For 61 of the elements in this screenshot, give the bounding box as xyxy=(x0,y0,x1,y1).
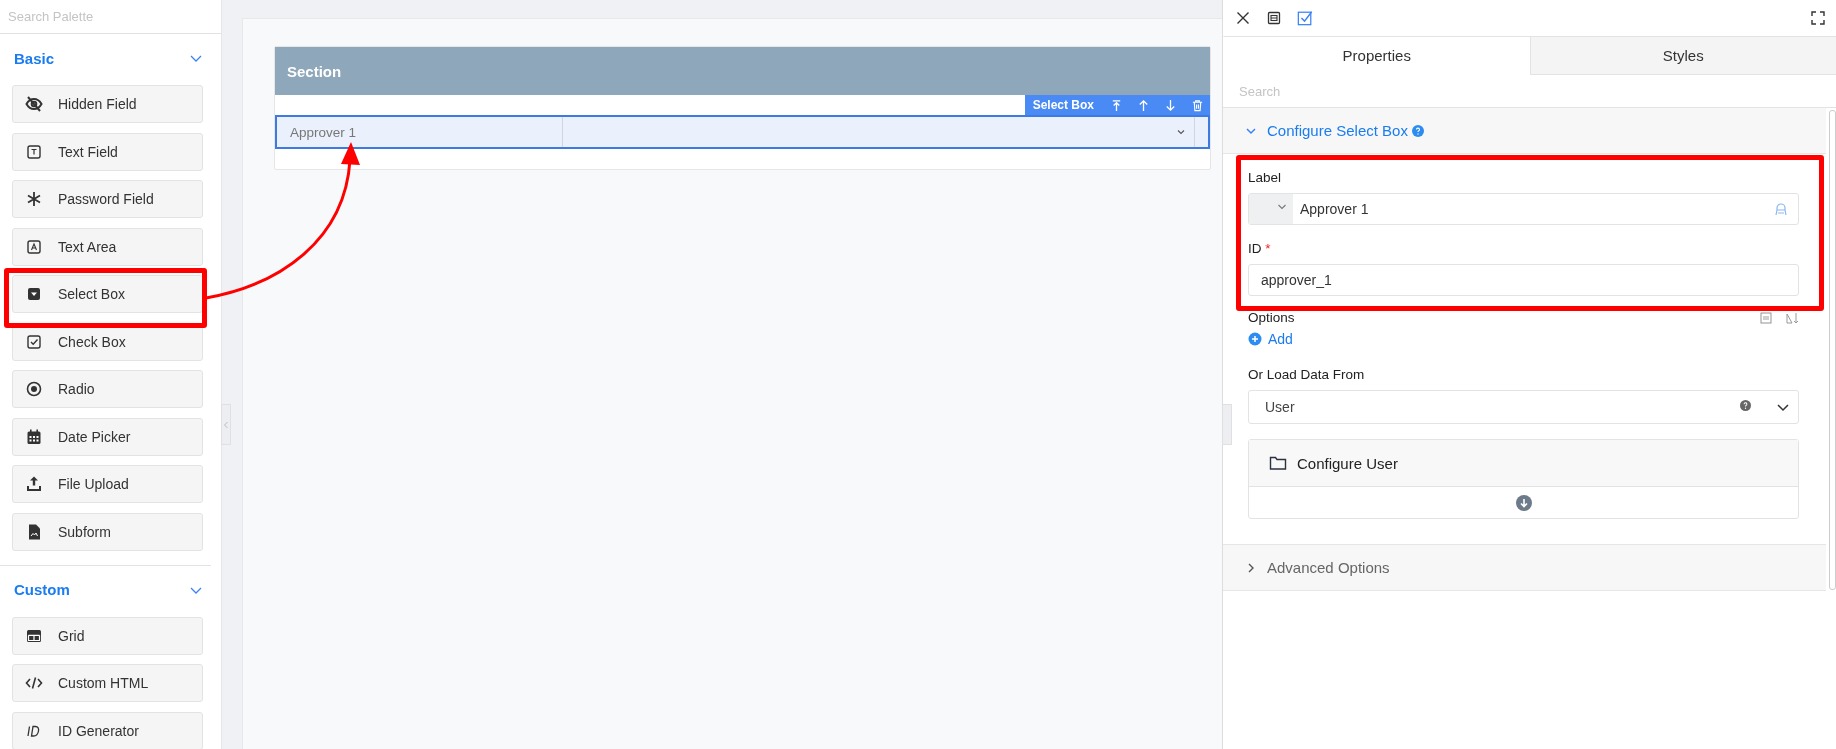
tab[interactable]: Styles xyxy=(1529,36,1836,75)
palette-item[interactable]: Select Box xyxy=(12,275,203,313)
chevron-down-icon[interactable] xyxy=(1277,202,1287,212)
arrow-down-icon[interactable] xyxy=(1164,98,1177,112)
text-box-icon xyxy=(25,142,43,161)
arrow-down-circle-icon[interactable] xyxy=(1515,494,1532,511)
section-title: Section xyxy=(287,62,342,80)
palette-item[interactable]: Text Area xyxy=(12,227,203,266)
palette-item[interactable]: Password Field xyxy=(12,180,203,218)
palette-item[interactable]: File Upload xyxy=(12,465,203,503)
eye-slash-icon xyxy=(25,95,43,113)
id-field[interactable]: approver_1 xyxy=(1248,264,1799,296)
field-label: ID * xyxy=(1248,241,1272,256)
checkbox-icon[interactable] xyxy=(1297,10,1313,26)
dropdown-icon xyxy=(25,285,43,303)
field-label: Or Load Data From xyxy=(1248,367,1366,382)
folder-icon xyxy=(1269,455,1287,471)
field-label: Label xyxy=(1248,170,1283,185)
resize-handle[interactable] xyxy=(1222,404,1232,445)
plus-circle-icon xyxy=(1248,332,1262,346)
palette-item[interactable]: Radio xyxy=(12,370,203,408)
checkbox-icon xyxy=(25,332,43,351)
move-top-icon[interactable] xyxy=(1110,98,1123,112)
chevron-down-icon xyxy=(1176,127,1186,137)
help-icon[interactable] xyxy=(1740,399,1751,411)
select-box-field[interactable]: Approver 1 xyxy=(275,115,1210,149)
group-title: Basic xyxy=(14,49,55,67)
panel-title: Configure User xyxy=(1297,454,1398,472)
palette-item[interactable]: Grid xyxy=(12,616,203,655)
trash-icon[interactable] xyxy=(1191,98,1204,112)
palette-item[interactable]: Hidden Field xyxy=(12,85,203,123)
component-type-label: Select Box xyxy=(1032,98,1094,112)
csv-icon[interactable] xyxy=(1759,310,1773,325)
options-label: Options xyxy=(1248,310,1296,325)
arrow-up-icon[interactable] xyxy=(1137,98,1150,112)
panel-icon[interactable] xyxy=(1266,10,1282,26)
palette-item[interactable]: Text Field xyxy=(12,132,203,171)
sort-icon[interactable] xyxy=(1785,310,1799,325)
scrollbar[interactable] xyxy=(1829,110,1836,590)
data-source-select[interactable]: User xyxy=(1248,390,1799,424)
letter-box-icon xyxy=(25,237,43,256)
calendar-icon xyxy=(25,427,43,446)
accordion-header[interactable]: Advanced Options xyxy=(1223,544,1826,591)
help-icon[interactable] xyxy=(1411,124,1424,137)
palette-item[interactable]: Subform xyxy=(12,512,203,551)
fullscreen-icon[interactable] xyxy=(1810,10,1826,26)
palette-item[interactable]: ID Generator xyxy=(12,711,203,749)
asterisk-icon xyxy=(25,190,43,208)
add-link[interactable]: Add xyxy=(1248,331,1293,347)
upload-icon xyxy=(25,475,43,493)
close-icon[interactable] xyxy=(1235,10,1251,26)
field-label: Approver 1 xyxy=(290,124,357,140)
palette-item[interactable]: Custom HTML xyxy=(12,664,203,702)
translate-icon[interactable] xyxy=(1773,201,1789,217)
collapse-handle[interactable] xyxy=(221,404,231,445)
chevron-left-icon xyxy=(223,420,229,429)
accordion-header[interactable]: Configure Select Box xyxy=(1223,108,1826,154)
group-title: Custom xyxy=(14,581,70,598)
palette-item[interactable]: Date Picker xyxy=(12,417,203,456)
label-field[interactable]: Approver 1 xyxy=(1248,193,1799,225)
radio-icon xyxy=(25,380,43,398)
